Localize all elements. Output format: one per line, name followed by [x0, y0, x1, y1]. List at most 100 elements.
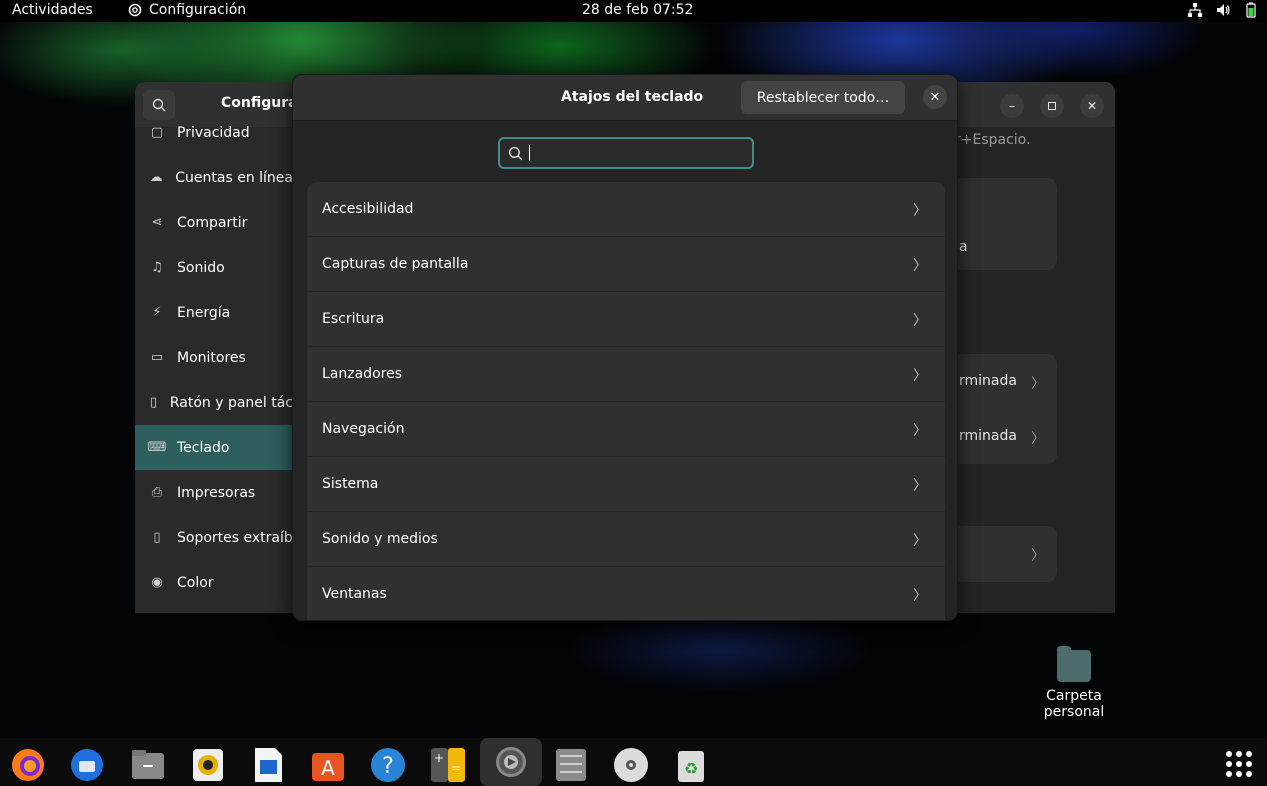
- lock-icon: ▢: [150, 125, 164, 140]
- gear-icon: [128, 3, 142, 17]
- sidebar-item-color[interactable]: ◉ Color: [135, 560, 293, 605]
- sidebar-item-label: Teclado: [177, 439, 230, 456]
- category-label: Capturas de pantalla: [322, 256, 469, 272]
- close-icon: ✕: [929, 89, 941, 105]
- mouse-icon: ▯: [149, 395, 157, 410]
- sidebar-item-soportes[interactable]: ▯ Soportes extraíb: [135, 515, 293, 560]
- category-label: Escritura: [322, 311, 385, 327]
- chevron-right-icon: 〉: [913, 313, 927, 329]
- category-row[interactable]: Escritura 〉: [307, 292, 945, 347]
- disc-icon[interactable]: [612, 746, 650, 784]
- dialog-title: Atajos del teclado: [561, 89, 704, 105]
- network-icon: [1188, 3, 1202, 17]
- close-icon: ✕: [1086, 99, 1098, 113]
- shortcut-search-field[interactable]: [498, 137, 754, 169]
- svg-text:A: A: [321, 756, 335, 780]
- desktop-icon-label-line1: Carpeta: [1046, 688, 1102, 704]
- color-icon: ◉: [151, 575, 163, 590]
- chevron-right-icon: 〉: [913, 423, 927, 439]
- category-row[interactable]: Lanzadores 〉: [307, 347, 945, 402]
- system-tray[interactable]: [1187, 2, 1259, 18]
- firefox-icon[interactable]: [9, 746, 47, 784]
- shortcut-hint-text: r+Espacio.: [955, 132, 1031, 148]
- sidebar-item-label: Ratón y panel tác: [169, 394, 293, 411]
- reset-all-label: Restablecer todo…: [756, 89, 890, 106]
- chevron-right-icon: 〉: [913, 478, 927, 494]
- sidebar-item-monitores[interactable]: ▭ Monitores: [135, 335, 293, 380]
- category-row[interactable]: Capturas de pantalla 〉: [307, 237, 945, 292]
- window-close-button[interactable]: ✕: [1080, 94, 1104, 118]
- trash-icon[interactable]: ♻: [672, 746, 710, 784]
- monitor-icon: ▭: [150, 350, 164, 365]
- app-menu-label: Configuración: [149, 2, 247, 18]
- calculator-icon[interactable]: + =: [429, 746, 467, 784]
- sidebar-item-impresoras[interactable]: ⎙ Impresoras: [135, 470, 293, 515]
- svg-text:+: +: [434, 751, 444, 765]
- svg-text:?: ?: [382, 754, 394, 779]
- category-label: Navegación: [322, 421, 405, 437]
- sidebar-item-label: Sonido: [177, 259, 225, 276]
- sidebar-item-label: Privacidad: [177, 124, 250, 141]
- maximize-button[interactable]: [1040, 94, 1064, 118]
- svg-text:♻: ♻: [684, 759, 698, 778]
- sidebar-item-label: Monitores: [177, 349, 246, 366]
- dock: A ? + = ♻: [0, 738, 1267, 786]
- sidebar-item-compartir[interactable]: ⋖ Compartir: [135, 200, 293, 245]
- search-input[interactable]: [534, 145, 734, 161]
- sidebar-item-label: Energía: [177, 304, 231, 321]
- power-icon: ⚡: [152, 305, 162, 320]
- app-menu[interactable]: Configuración: [127, 2, 246, 18]
- home-folder-desktop-icon[interactable]: Carpeta personal: [1036, 646, 1112, 720]
- chevron-right-icon: 〉: [913, 533, 927, 549]
- category-row[interactable]: Navegación 〉: [307, 402, 945, 457]
- chevron-right-icon: 〉: [913, 588, 927, 604]
- reset-all-button[interactable]: Restablecer todo…: [741, 81, 905, 114]
- svg-text:=: =: [451, 761, 461, 775]
- search-icon: [508, 146, 523, 160]
- category-row[interactable]: Accesibilidad 〉: [307, 182, 945, 237]
- sidebar-item-raton[interactable]: ▯ Ratón y panel tác: [135, 380, 293, 425]
- category-label: Sistema: [322, 476, 379, 492]
- chevron-right-icon: 〉: [913, 203, 927, 219]
- text-cursor: [529, 145, 530, 161]
- settings-icon[interactable]: [480, 738, 542, 786]
- sidebar-item-cuentas[interactable]: ☁ Cuentas en línea: [135, 155, 293, 200]
- chevron-right-icon: 〉: [1031, 548, 1045, 564]
- minimize-button[interactable]: –: [1000, 94, 1024, 118]
- category-row[interactable]: Sonido y medios 〉: [307, 512, 945, 567]
- sidebar-item-label: Soportes extraíb: [177, 529, 293, 546]
- rhythmbox-icon[interactable]: [189, 746, 227, 784]
- sidebar-item-label: Color: [177, 574, 214, 591]
- sidebar-item-energia[interactable]: ⚡ Energía: [135, 290, 293, 335]
- help-icon[interactable]: ?: [369, 746, 407, 784]
- writer-icon[interactable]: [249, 746, 287, 784]
- battery-icon: [1246, 2, 1256, 18]
- app-center-icon[interactable]: A: [309, 746, 347, 784]
- files-icon[interactable]: [129, 746, 167, 784]
- sidebar-item-label: Cuentas en línea: [175, 169, 293, 186]
- chevron-right-icon: 〉: [913, 258, 927, 274]
- content-row-label: a: [959, 239, 968, 255]
- sidebar-item-teclado[interactable]: ⌨ Teclado: [135, 425, 293, 470]
- maximize-icon: [1048, 102, 1056, 110]
- sidebar-item-label: Compartir: [177, 214, 248, 231]
- category-row[interactable]: Ventanas 〉: [307, 567, 945, 620]
- sidebar-item-sonido[interactable]: ♫ Sonido: [135, 245, 293, 290]
- show-apps-icon[interactable]: [1226, 751, 1252, 777]
- clock[interactable]: 28 de feb 07:52: [582, 2, 693, 18]
- settings-sidebar: ▢ Privacidad ☁ Cuentas en línea ⋖ Compar…: [135, 125, 293, 613]
- category-label: Sonido y medios: [322, 531, 438, 547]
- activities-button[interactable]: Actividades: [12, 2, 93, 18]
- file-manager-icon[interactable]: [552, 746, 590, 784]
- sidebar-item-privacidad[interactable]: ▢ Privacidad: [135, 110, 293, 155]
- category-label: Accesibilidad: [322, 201, 414, 217]
- category-row[interactable]: Sistema 〉: [307, 457, 945, 512]
- music-note-icon: ♫: [151, 260, 163, 275]
- dialog-header: Atajos del teclado Restablecer todo… ✕: [293, 75, 957, 121]
- dialog-close-button[interactable]: ✕: [923, 85, 947, 109]
- home-folder-icon: [1057, 646, 1091, 682]
- cloud-icon: ☁: [149, 170, 163, 185]
- thunderbird-icon[interactable]: [68, 746, 106, 784]
- desktop-icon-label-line2: personal: [1043, 704, 1105, 720]
- chevron-right-icon: 〉: [1031, 431, 1045, 447]
